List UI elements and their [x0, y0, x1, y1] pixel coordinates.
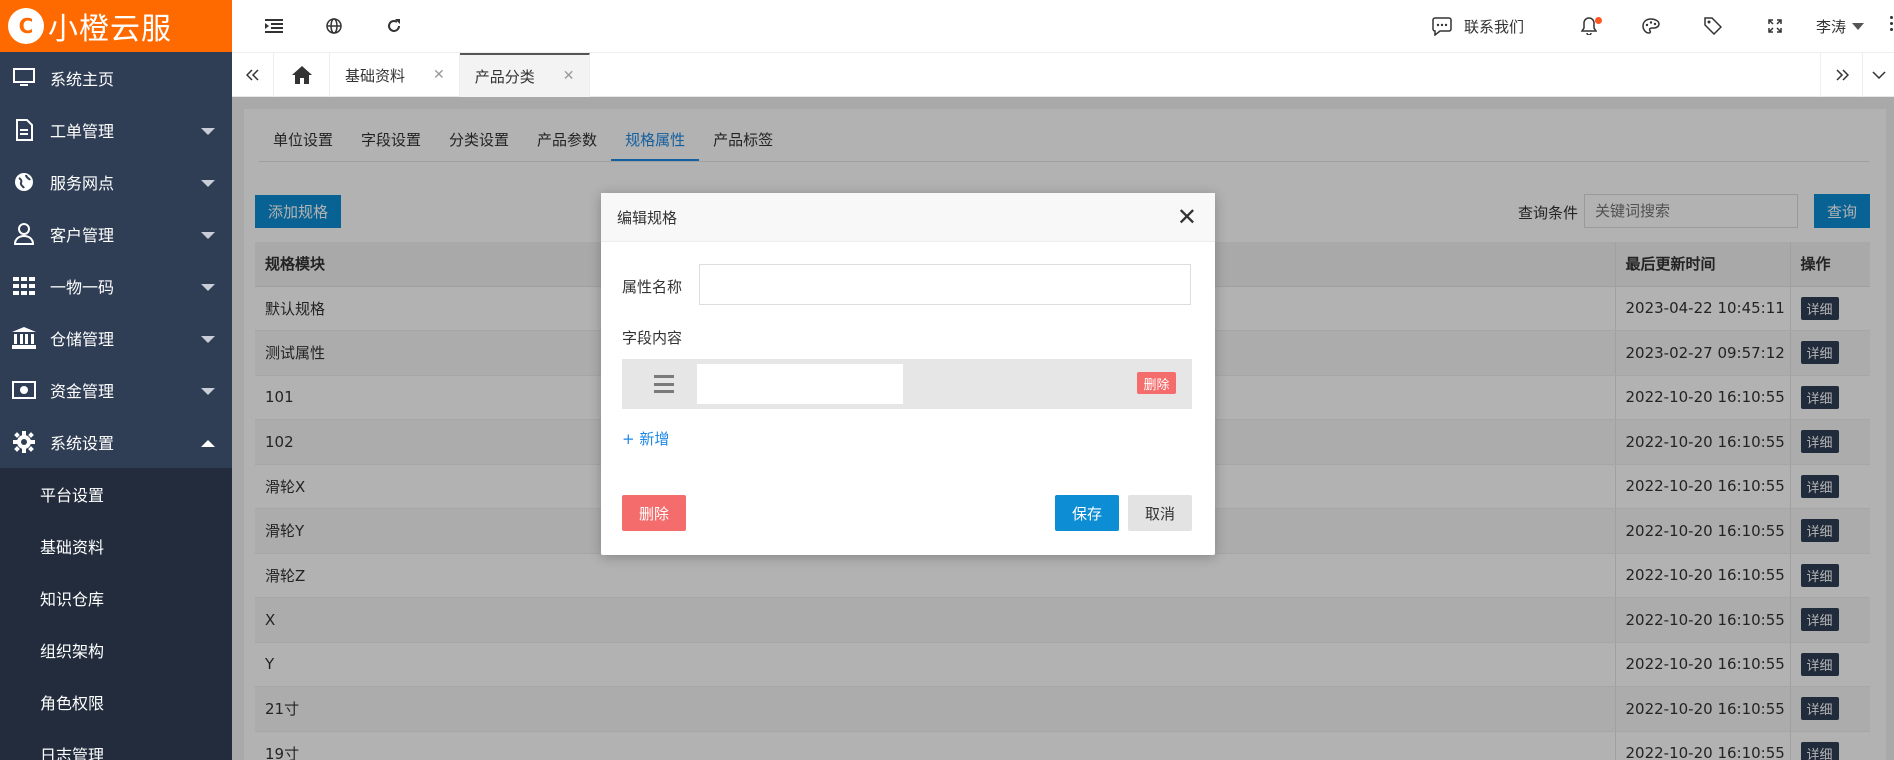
sidebar-item-service-points[interactable]: 服务网点: [0, 156, 232, 208]
edit-spec-dialog: 编辑规格 ✕ 属性名称 字段内容 删除 + 新增 删除 保存 取消: [601, 193, 1215, 555]
sidebar-item-label: 资金管理: [50, 382, 115, 401]
sidebar-item-qrcode[interactable]: 一物一码: [0, 260, 232, 312]
drag-handle-icon[interactable]: [654, 375, 674, 393]
notification-bell-icon[interactable]: [1558, 0, 1620, 52]
field-row: 删除: [622, 359, 1192, 409]
tag-icon[interactable]: [1682, 0, 1744, 52]
cancel-button[interactable]: 取消: [1128, 495, 1192, 531]
sidebar-item-label: 客户管理: [50, 226, 115, 245]
sidebar-subitem-knowledge[interactable]: 知识仓库: [0, 572, 232, 624]
close-icon[interactable]: ✕: [563, 68, 575, 84]
menu-toggle-icon[interactable]: [244, 0, 304, 52]
chat-icon: [1432, 17, 1452, 36]
sidebar-item-label: 系统设置: [50, 434, 115, 453]
tabs-scroll-left-icon[interactable]: [232, 53, 274, 97]
home-tab-icon[interactable]: [274, 53, 330, 97]
field-content-label: 字段内容: [622, 329, 683, 347]
tab-product-category[interactable]: 产品分类 ✕: [459, 53, 590, 97]
page-tabs-bar: 基础资料 ✕ 产品分类 ✕: [232, 52, 1894, 97]
delete-field-button[interactable]: 删除: [1137, 372, 1176, 394]
sidebar-subitem-platform[interactable]: 平台设置: [0, 468, 232, 520]
sidebar-subitem-logs[interactable]: 日志管理: [0, 728, 232, 760]
money-icon: [12, 379, 36, 401]
close-icon[interactable]: ✕: [1177, 205, 1197, 229]
monitor-icon: [12, 67, 36, 89]
chevron-down-icon: [201, 284, 215, 291]
sidebar-item-finance[interactable]: 资金管理: [0, 364, 232, 416]
sidebar-item-customers[interactable]: 客户管理: [0, 208, 232, 260]
sidebar-item-warehouse[interactable]: 仓储管理: [0, 312, 232, 364]
more-options-icon[interactable]: [1888, 16, 1894, 31]
sidebar-item-label: 服务网点: [50, 174, 115, 193]
tabs-menu-chevron-icon[interactable]: [1862, 53, 1894, 97]
chevron-down-icon: [201, 232, 215, 239]
delete-button[interactable]: 删除: [622, 495, 686, 531]
attribute-name-label: 属性名称: [622, 278, 683, 296]
user-icon: [12, 223, 36, 245]
sidebar-item-label: 工单管理: [50, 122, 115, 141]
sidebar-item-label: 仓储管理: [50, 330, 115, 349]
contact-us-button[interactable]: 联系我们: [1432, 16, 1524, 37]
chevron-up-icon: [201, 440, 215, 447]
fullscreen-icon[interactable]: [1744, 0, 1806, 52]
gear-icon: [12, 431, 36, 453]
theme-palette-icon[interactable]: [1620, 0, 1682, 52]
field-value-input[interactable]: [697, 364, 903, 404]
caret-down-icon: [1852, 22, 1864, 30]
grid-icon: [12, 275, 36, 297]
chevron-down-icon: [201, 180, 215, 187]
chevron-down-icon: [201, 336, 215, 343]
bank-icon: [12, 327, 36, 349]
attribute-name-input[interactable]: [699, 264, 1191, 305]
sidebar-item-workorder[interactable]: 工单管理: [0, 104, 232, 156]
sidebar-item-settings[interactable]: 系统设置: [0, 416, 232, 468]
sidebar-item-label: 一物一码: [50, 278, 115, 297]
sidebar-subitem-basic-data[interactable]: 基础资料: [0, 520, 232, 572]
chevron-down-icon: [201, 128, 215, 135]
tab-label: 产品分类: [474, 67, 535, 86]
dialog-header: 编辑规格 ✕: [601, 193, 1215, 242]
globe-icon[interactable]: [304, 0, 364, 52]
notification-dot: [1594, 17, 1602, 24]
user-menu[interactable]: 李涛: [1816, 16, 1864, 37]
sidebar-item-home[interactable]: 系统主页: [0, 52, 232, 104]
tab-label: 基础资料: [345, 66, 406, 85]
document-icon: [12, 119, 36, 141]
contact-us-label: 联系我们: [1463, 17, 1524, 36]
close-icon[interactable]: ✕: [433, 67, 445, 83]
globe-icon: [12, 171, 36, 193]
logo-mark: C: [8, 8, 44, 44]
top-header: 联系我们 李涛: [232, 0, 1894, 52]
settings-submenu: 平台设置 基础资料 知识仓库 组织架构 角色权限 日志管理: [0, 468, 232, 760]
tabs-right-controls: [1820, 53, 1894, 97]
save-button[interactable]: 保存: [1055, 495, 1119, 531]
logo[interactable]: C 小橙云服: [0, 0, 232, 52]
tabs-scroll-right-icon[interactable]: [1820, 53, 1862, 97]
sidebar-subitem-organization[interactable]: 组织架构: [0, 624, 232, 676]
header-actions: 联系我们 李涛: [1432, 0, 1894, 52]
dialog-title: 编辑规格: [617, 208, 678, 227]
tab-basic-data[interactable]: 基础资料 ✕: [330, 53, 460, 97]
sidebar-subitem-roles[interactable]: 角色权限: [0, 676, 232, 728]
refresh-icon[interactable]: [364, 0, 424, 52]
add-field-link[interactable]: + 新增: [622, 428, 669, 449]
logo-text: 小橙云服: [48, 12, 172, 47]
sidebar-item-label: 系统主页: [50, 70, 115, 89]
chevron-down-icon: [201, 388, 215, 395]
sidebar: C 小橙云服 系统主页 工单管理 服务网点 客户管理 一物一码 仓储管理 资金管…: [0, 0, 232, 760]
user-name: 李涛: [1815, 17, 1846, 36]
